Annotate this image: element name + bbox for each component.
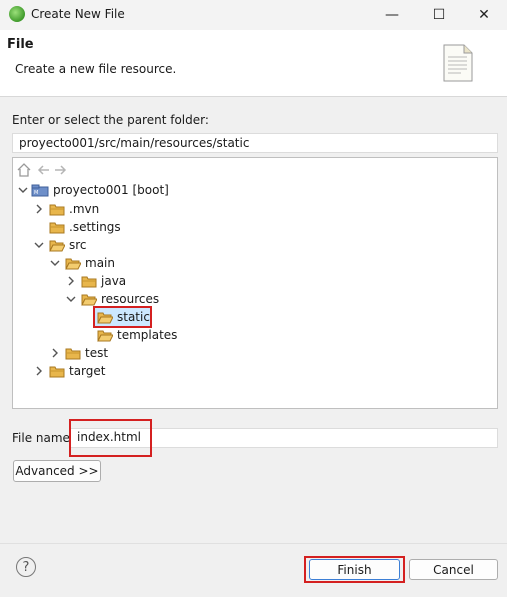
chevron-down-icon[interactable]: [65, 293, 77, 305]
open-folder-icon: [97, 330, 113, 341]
file-name-label: File name:: [12, 431, 74, 445]
tree-node-label: test: [85, 346, 109, 360]
chevron-down-icon[interactable]: [17, 184, 29, 196]
tree-node-src[interactable]: src: [33, 236, 87, 254]
file-name-value: index.html: [77, 430, 141, 444]
tree-node-settings[interactable]: .settings: [49, 218, 121, 236]
chevron-right-icon[interactable]: [33, 365, 45, 377]
app-logo-icon: [9, 6, 25, 22]
footer-divider: [0, 543, 507, 544]
chevron-right-icon[interactable]: [33, 203, 45, 215]
tree-node-java[interactable]: java: [65, 272, 126, 290]
parent-folder-label: Enter or select the parent folder:: [12, 113, 209, 127]
chevron-down-icon[interactable]: [49, 257, 61, 269]
tree-node-label: templates: [117, 328, 178, 342]
open-folder-icon: [81, 294, 97, 305]
tree-node-main[interactable]: main: [49, 254, 115, 272]
home-icon[interactable]: [17, 163, 31, 177]
folder-icon: [81, 276, 97, 287]
file-document-icon: [443, 44, 473, 82]
tree-node-label: target: [69, 364, 106, 378]
folder-icon: [49, 222, 65, 233]
tree-node-label: proyecto001 [boot]: [53, 183, 169, 197]
tree-node-label: java: [101, 274, 127, 288]
chevron-right-icon[interactable]: [49, 347, 61, 359]
banner-description: Create a new file resource.: [15, 62, 177, 76]
cancel-button[interactable]: Cancel: [409, 559, 498, 580]
parent-folder-input[interactable]: proyecto001/src/main/resources/static: [12, 133, 498, 153]
window-title: Create New File: [31, 7, 125, 21]
tree-node-label: .settings: [69, 220, 121, 234]
open-folder-icon: [49, 240, 65, 251]
folder-icon: [65, 348, 81, 359]
open-folder-icon: [97, 312, 113, 323]
close-button[interactable]: ✕: [461, 0, 507, 30]
tree-node-target[interactable]: target: [33, 362, 106, 380]
chevron-down-icon[interactable]: [33, 239, 45, 251]
advanced-button[interactable]: Advanced >>: [13, 460, 101, 482]
tree-node-label: static: [117, 310, 150, 324]
minimize-button[interactable]: —: [369, 0, 415, 30]
tree-node-templates[interactable]: templates: [97, 326, 177, 344]
open-folder-icon: [65, 258, 81, 269]
banner-title: File: [7, 37, 34, 52]
tree-node-test[interactable]: test: [49, 344, 108, 362]
folder-icon: [49, 204, 65, 215]
project-folder-icon: M: [31, 184, 49, 197]
tree-node-label: src: [69, 238, 87, 252]
tree-node-mvn[interactable]: .mvn: [33, 200, 99, 218]
tree-node-label: resources: [101, 292, 160, 306]
help-icon[interactable]: ?: [16, 557, 36, 577]
tree-navigation-toolbar: [17, 163, 67, 177]
svg-text:M: M: [34, 190, 38, 196]
tree-node-project[interactable]: M proyecto001 [boot]: [17, 181, 169, 199]
tree-node-label: main: [85, 256, 115, 270]
tree-node-static[interactable]: static: [97, 308, 150, 326]
back-arrow-icon[interactable]: [37, 165, 49, 175]
forward-arrow-icon[interactable]: [55, 165, 67, 175]
maximize-button[interactable]: ☐: [416, 0, 462, 30]
chevron-right-icon[interactable]: [65, 275, 77, 287]
tree-node-label: .mvn: [69, 202, 100, 216]
finish-button[interactable]: Finish: [309, 559, 400, 580]
folder-icon: [49, 366, 65, 377]
